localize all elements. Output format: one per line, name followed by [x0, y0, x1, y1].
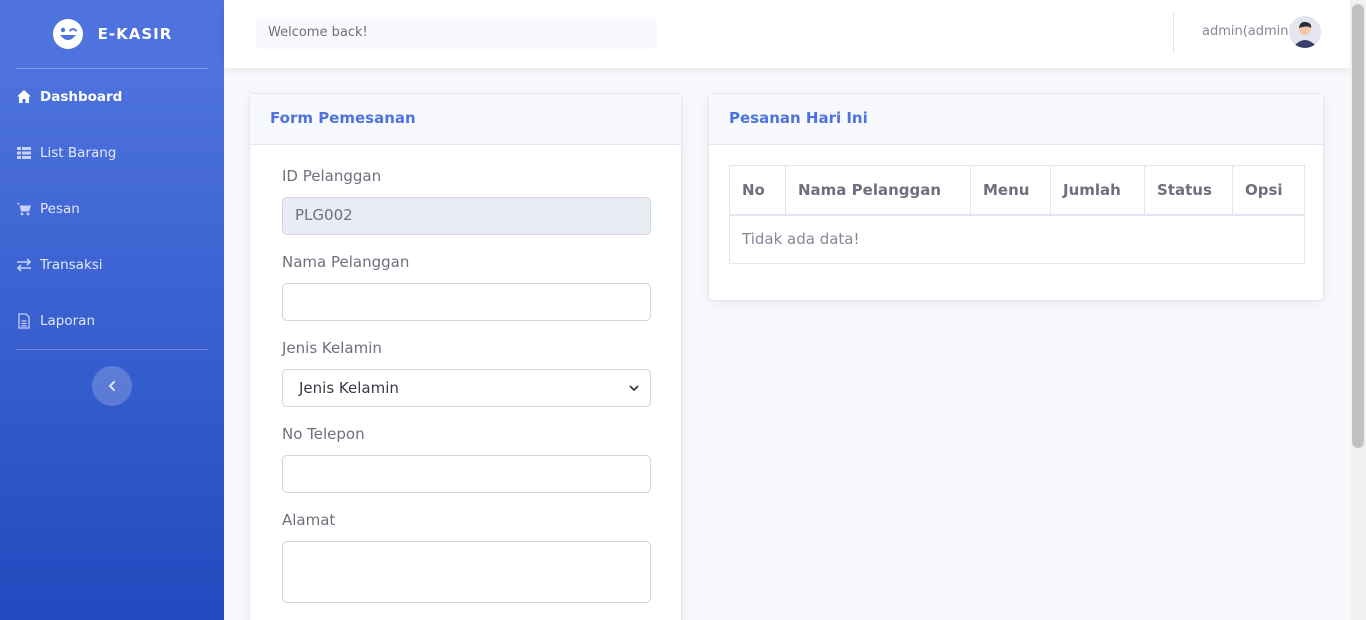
sidebar-item-label: Transaksi: [40, 257, 103, 273]
todays-orders-title: Pesanan Hari Ini: [709, 94, 1323, 145]
sidebar-item-dashboard[interactable]: Dashboard: [0, 69, 224, 125]
topbar: Welcome back! admin(admin): [224, 0, 1350, 68]
scrollbar-thumb[interactable]: [1352, 4, 1364, 448]
customer-name-label: Nama Pelanggan: [282, 253, 410, 271]
phone-label: No Telepon: [282, 425, 365, 443]
address-textarea[interactable]: [282, 541, 651, 603]
address-label: Alamat: [282, 511, 336, 529]
exchange-icon: [16, 258, 32, 272]
user-avatar-icon: [1289, 16, 1321, 48]
order-form-title: Form Pemesanan: [250, 94, 681, 145]
gender-select-value: Jenis Kelamin: [299, 379, 399, 397]
chevron-down-icon: [629, 385, 639, 392]
sidebar-item-label: Laporan: [40, 313, 96, 329]
chevron-left-icon: [108, 381, 115, 391]
topbar-divider: [1173, 13, 1174, 53]
todays-orders-card: Pesanan Hari Ini No Nama Pelanggan Menu …: [708, 93, 1324, 301]
gender-label: Jenis Kelamin: [282, 339, 382, 357]
customer-id-label: ID Pelanggan: [282, 167, 382, 185]
sidebar-item-transaksi[interactable]: Transaksi: [0, 237, 224, 293]
table-icon: [17, 147, 31, 159]
brand-name: E-KASIR: [97, 25, 173, 43]
column-header-options: Opsi: [1232, 165, 1305, 216]
avatar[interactable]: [1289, 16, 1321, 48]
home-icon: [17, 90, 31, 103]
table-row: Tidak ada data!: [729, 214, 1305, 264]
sidebar-item-laporan[interactable]: Laporan: [0, 293, 224, 349]
column-header-menu: Menu: [970, 165, 1051, 216]
customer-id-field: PLG002: [282, 197, 651, 235]
sidebar-item-label: List Barang: [40, 145, 117, 161]
laugh-wink-icon: [52, 19, 83, 49]
sidebar-item-list-barang[interactable]: List Barang: [0, 125, 224, 181]
column-header-customer-name: Nama Pelanggan: [785, 165, 971, 216]
sidebar-item-label: Dashboard: [40, 89, 123, 105]
customer-name-input[interactable]: [282, 283, 651, 321]
column-header-status: Status: [1144, 165, 1233, 216]
sidebar-item-label: Pesan: [40, 201, 80, 217]
phone-input[interactable]: [282, 455, 651, 493]
sidebar-toggle-button[interactable]: [92, 366, 132, 406]
gender-select[interactable]: Jenis Kelamin: [282, 369, 651, 407]
table-header-row: No Nama Pelanggan Menu Jumlah Status Ops…: [729, 165, 1305, 216]
column-header-quantity: Jumlah: [1050, 165, 1145, 216]
page-scrollbar[interactable]: [1350, 0, 1366, 620]
file-icon: [18, 313, 30, 329]
user-name[interactable]: admin(admin): [1202, 24, 1294, 39]
column-header-no: No: [729, 165, 786, 216]
sidebar: E-KASIR Dashboard List Barang Pesan Tran…: [0, 0, 224, 620]
sidebar-item-pesan[interactable]: Pesan: [0, 181, 224, 237]
cart-icon: [16, 203, 31, 216]
order-form-card: Form Pemesanan ID Pelanggan PLG002 Nama …: [249, 93, 682, 620]
welcome-banner: Welcome back!: [256, 17, 657, 49]
empty-table-message: Tidak ada data!: [729, 214, 1305, 264]
orders-table: No Nama Pelanggan Menu Jumlah Status Ops…: [729, 165, 1305, 264]
sidebar-brand[interactable]: E-KASIR: [0, 0, 224, 68]
